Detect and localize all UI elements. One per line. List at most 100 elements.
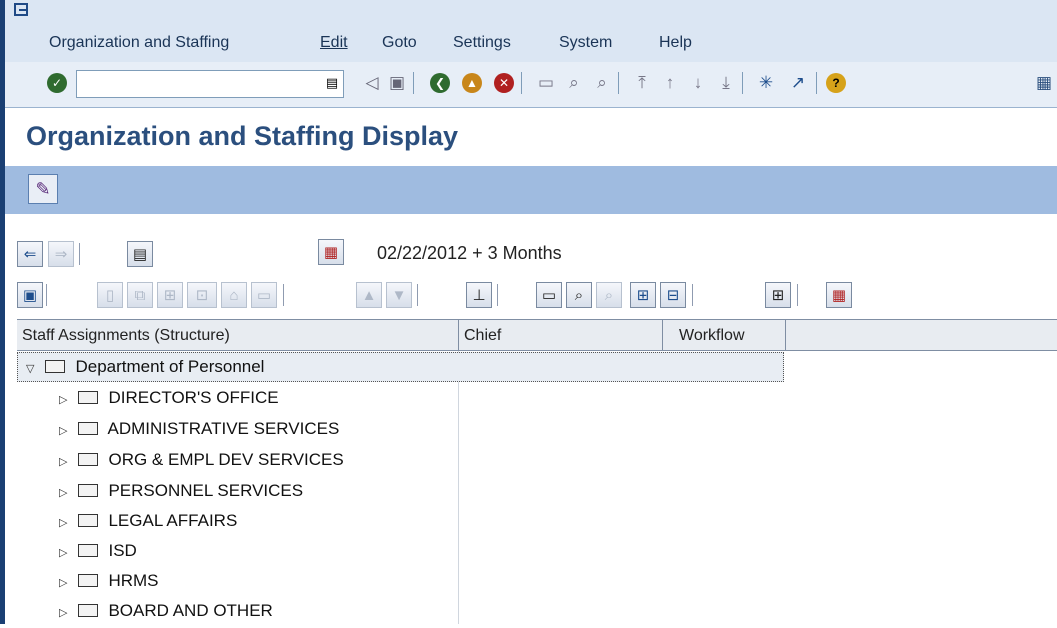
command-history-icon[interactable]: ▤ xyxy=(318,69,346,97)
delete-icon[interactable]: ⌂ xyxy=(221,282,247,308)
tree-node[interactable]: ▷ ISD xyxy=(59,536,137,566)
back-icon[interactable]: ❮ xyxy=(426,69,454,97)
collapse-triangle-icon[interactable]: ▽ xyxy=(26,354,40,384)
tree-node[interactable]: ▷ ADMINISTRATIVE SERVICES xyxy=(59,414,339,444)
column-divider xyxy=(662,319,663,351)
expand-triangle-icon[interactable]: ▷ xyxy=(59,385,73,415)
assign-icon[interactable]: ⊞ xyxy=(157,282,183,308)
column-divider xyxy=(785,319,786,351)
display-change-pencil-icon[interactable]: ✎ xyxy=(28,174,58,204)
back-arrow-button[interactable]: ⇐ xyxy=(17,241,43,267)
expand-triangle-icon[interactable]: ▷ xyxy=(59,538,73,568)
tree-node[interactable]: ▷ BOARD AND OTHER xyxy=(59,596,273,626)
menu-goto[interactable]: Goto xyxy=(382,34,417,52)
cancel-icon[interactable]: ✕ xyxy=(490,69,518,97)
menu-system[interactable]: System xyxy=(559,34,612,52)
tree-node-label: Department of Personnel xyxy=(75,357,265,376)
shortcut-icon[interactable]: ↗ xyxy=(784,69,812,97)
hierarchy-icon[interactable]: ⊥ xyxy=(466,282,492,308)
menu-edit[interactable]: Edit xyxy=(320,34,348,52)
org-unit-icon xyxy=(77,544,98,557)
expand-triangle-icon[interactable]: ▷ xyxy=(59,568,73,598)
org-unit-icon xyxy=(77,453,98,466)
org-unit-icon xyxy=(77,422,98,435)
org-unit-icon xyxy=(77,391,98,404)
layout-icon[interactable]: ▦ xyxy=(826,282,852,308)
tree-node-label: DIRECTOR'S OFFICE xyxy=(108,388,279,407)
overview-icon[interactable]: ▤ xyxy=(127,241,153,267)
first-page-icon[interactable]: ⤒ xyxy=(628,69,656,97)
exit-icon[interactable]: ▲ xyxy=(458,69,486,97)
tree-node[interactable]: ▷ ORG & EMPL DEV SERVICES xyxy=(59,445,344,475)
tree-node-root[interactable]: ▽ Department of Personnel xyxy=(26,352,264,382)
move-down-icon[interactable]: ▼ xyxy=(386,282,412,308)
system-menu-icon[interactable] xyxy=(14,3,28,16)
separator xyxy=(46,284,47,306)
column-config-icon[interactable]: ⊞ xyxy=(765,282,791,308)
separator xyxy=(497,284,498,306)
column-header-chief[interactable]: Chief xyxy=(461,321,662,350)
column-divider xyxy=(458,351,459,624)
separator xyxy=(692,284,693,306)
toolbar-separator xyxy=(816,72,817,94)
print-icon[interactable]: ▭ xyxy=(536,282,562,308)
next-page-icon[interactable]: ↓ xyxy=(684,69,712,97)
menu-help[interactable]: Help xyxy=(659,34,692,52)
move-up-icon[interactable]: ▲ xyxy=(356,282,382,308)
copy-icon[interactable]: ⧉ xyxy=(127,282,153,308)
last-page-icon[interactable]: ⤓ xyxy=(712,69,740,97)
layout-menu-icon[interactable]: ▦ xyxy=(1030,69,1057,97)
save-icon[interactable]: ▣ xyxy=(383,69,411,97)
reassign-icon[interactable]: ⊡ xyxy=(187,282,217,308)
org-unit-icon xyxy=(77,484,98,497)
tree-node-label: HRMS xyxy=(108,571,159,590)
find-next-icon[interactable]: ⌕ xyxy=(596,282,622,308)
org-unit-icon xyxy=(77,514,98,527)
expand-triangle-icon[interactable]: ▷ xyxy=(59,447,73,477)
toolbar-separator xyxy=(618,72,619,94)
org-unit-icon xyxy=(77,574,98,587)
toolbar-separator xyxy=(413,72,414,94)
tree-node-label: LEGAL AFFAIRS xyxy=(108,511,238,530)
create-icon[interactable]: ▯ xyxy=(97,282,123,308)
date-range: 02/22/2012 + 3 Months xyxy=(377,243,562,263)
menu-organization-and-staffing[interactable]: Organization and Staffing xyxy=(49,34,229,52)
find-icon[interactable]: ⌕ xyxy=(566,282,592,308)
help-icon[interactable]: ? xyxy=(822,69,850,97)
create-session-icon[interactable]: ✳ xyxy=(752,69,780,97)
tree-node[interactable]: ▷ HRMS xyxy=(59,566,159,596)
tree-node-label: PERSONNEL SERVICES xyxy=(108,481,304,500)
org-unit-icon xyxy=(44,360,65,373)
separator xyxy=(283,284,284,306)
expand-node-icon[interactable]: ⊞ xyxy=(630,282,656,308)
column-header-workflow[interactable]: Workflow xyxy=(665,321,784,350)
tree-node-label: ADMINISTRATIVE SERVICES xyxy=(107,419,340,438)
back-arrow-icon[interactable]: ◁ xyxy=(358,69,386,97)
previous-page-icon[interactable]: ↑ xyxy=(656,69,684,97)
application-toolbar xyxy=(5,166,1057,214)
toolbar-separator xyxy=(521,72,522,94)
expand-triangle-icon[interactable]: ▷ xyxy=(59,478,73,508)
tree-node[interactable]: ▷ LEGAL AFFAIRS xyxy=(59,506,237,536)
calendar-icon[interactable]: ▦ xyxy=(318,239,344,265)
separator xyxy=(79,243,80,265)
menu-bar xyxy=(5,0,1057,63)
expand-triangle-icon[interactable]: ▷ xyxy=(59,508,73,538)
org-unit-icon xyxy=(77,604,98,617)
forward-arrow-button[interactable]: ⇒ xyxy=(48,241,74,267)
delimit-icon[interactable]: ▭ xyxy=(251,282,277,308)
menu-settings[interactable]: Settings xyxy=(453,34,511,52)
find-next-icon[interactable]: ⌕ xyxy=(588,69,616,97)
command-field[interactable] xyxy=(76,70,344,98)
object-manager-icon[interactable]: ▣ xyxy=(17,282,43,308)
column-header-staff-assignments[interactable]: Staff Assignments (Structure) xyxy=(19,321,457,350)
find-icon[interactable]: ⌕ xyxy=(560,69,588,97)
separator xyxy=(417,284,418,306)
enter-icon[interactable]: ✓ xyxy=(43,69,71,97)
tree-node[interactable]: ▷ PERSONNEL SERVICES xyxy=(59,476,303,506)
collapse-node-icon[interactable]: ⊟ xyxy=(660,282,686,308)
expand-triangle-icon[interactable]: ▷ xyxy=(59,416,73,446)
tree-node[interactable]: ▷ DIRECTOR'S OFFICE xyxy=(59,383,279,413)
separator xyxy=(797,284,798,306)
print-icon[interactable]: ▭ xyxy=(532,69,560,97)
